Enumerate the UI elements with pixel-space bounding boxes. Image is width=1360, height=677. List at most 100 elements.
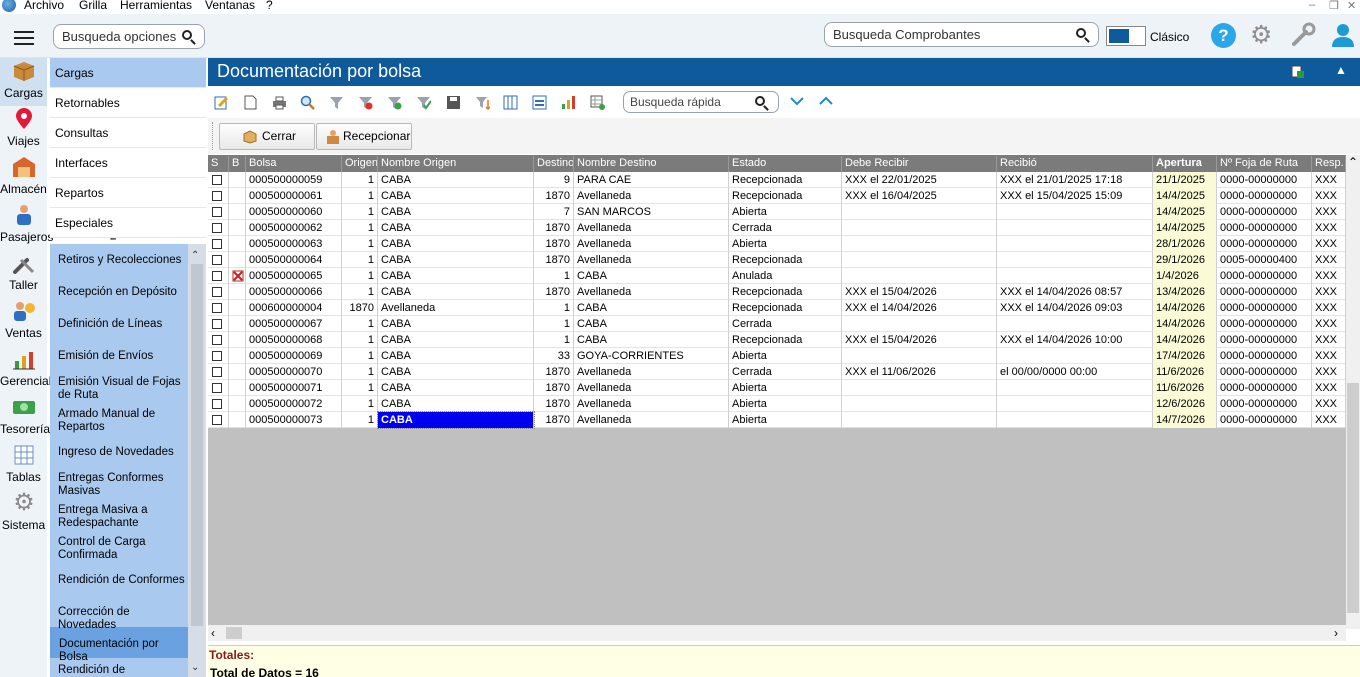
- destino-cell[interactable]: 1: [534, 316, 574, 332]
- menu-archivo[interactable]: Archivo: [24, 0, 64, 12]
- bolsa-cell[interactable]: 000500000068: [246, 332, 342, 348]
- col-s-header[interactable]: S: [208, 156, 229, 172]
- destino-cell[interactable]: 1870: [534, 284, 574, 300]
- resp-cell[interactable]: XXX: [1312, 364, 1346, 380]
- foja-ruta-cell[interactable]: 0000-00000000: [1217, 268, 1312, 284]
- submenu-item[interactable]: Recepción en Depósito: [58, 286, 186, 299]
- table-row[interactable]: 000500000067 1 CABA 1 CABA Cerrada 14/4/2026 00…: [208, 316, 1346, 332]
- close-window-icon[interactable]: ✕: [1347, 0, 1356, 12]
- wrench-icon[interactable]: [1290, 22, 1316, 48]
- row-checkbox[interactable]: [212, 271, 222, 281]
- nombre-origen-cell[interactable]: CABA: [378, 172, 534, 188]
- estado-cell[interactable]: Abierta: [729, 236, 842, 252]
- recibio-cell[interactable]: [997, 204, 1153, 220]
- recibio-cell[interactable]: XXX el 14/04/2026 08:57: [997, 284, 1153, 300]
- recibio-cell[interactable]: [997, 220, 1153, 236]
- origen-cell[interactable]: 1: [342, 204, 378, 220]
- table-row[interactable]: 000500000062 1 CABA 1870 Avellaneda Cerrada 14…: [208, 220, 1346, 236]
- next-down-icon[interactable]: [789, 94, 805, 108]
- submenu-item[interactable]: Emisión Visual de Fojas de Ruta: [58, 376, 186, 402]
- debe-recibir-cell[interactable]: [842, 220, 997, 236]
- estado-cell[interactable]: Cerrada: [729, 364, 842, 380]
- debe-recibir-cell[interactable]: XXX el 15/04/2026: [842, 284, 997, 300]
- nombre-origen-cell[interactable]: CABA: [378, 204, 534, 220]
- user-profile-icon[interactable]: [1331, 22, 1355, 48]
- origen-cell[interactable]: 1870: [342, 300, 378, 316]
- estado-cell[interactable]: Recepcionada: [729, 172, 842, 188]
- edit-icon[interactable]: [214, 95, 229, 110]
- col-b-header[interactable]: B: [229, 156, 246, 172]
- grid-vertical-scrollbar[interactable]: ⌃: [1346, 155, 1360, 629]
- resp-cell[interactable]: XXX: [1312, 188, 1346, 204]
- destino-cell[interactable]: 7: [534, 204, 574, 220]
- filter-icon[interactable]: [329, 95, 344, 110]
- destino-cell[interactable]: 1: [534, 332, 574, 348]
- destino-cell[interactable]: 1870: [534, 188, 574, 204]
- table-row[interactable]: 000500000063 1 CABA 1870 Avellaneda Abierta 28…: [208, 236, 1346, 252]
- origen-cell[interactable]: 1: [342, 188, 378, 204]
- origen-cell[interactable]: 1: [342, 412, 378, 428]
- submenu-item[interactable]: Entregas Conformes Masivas: [58, 472, 186, 498]
- table-row[interactable]: 000500000066 1 CABA 1870 Avellaneda Recepcion…: [208, 284, 1346, 300]
- nombre-origen-cell[interactable]: CABA: [378, 188, 534, 204]
- estado-cell[interactable]: Recepcionada: [729, 284, 842, 300]
- nombre-origen-cell[interactable]: CABA: [378, 252, 534, 268]
- subtab-repartos[interactable]: Repartos: [50, 178, 206, 208]
- resp-cell[interactable]: XXX: [1312, 204, 1346, 220]
- nombre-destino-cell[interactable]: Avellaneda: [574, 412, 729, 428]
- bolsa-cell[interactable]: 000500000065: [246, 268, 342, 284]
- row-checkbox[interactable]: [212, 303, 222, 313]
- nombre-origen-cell[interactable]: CABA: [378, 236, 534, 252]
- nombre-origen-cell[interactable]: CABA: [378, 332, 534, 348]
- foja-ruta-cell[interactable]: 0000-00000000: [1217, 316, 1312, 332]
- apertura-cell[interactable]: 14/4/2025: [1153, 204, 1217, 220]
- resp-cell[interactable]: XXX: [1312, 268, 1346, 284]
- resp-cell[interactable]: XXX: [1312, 236, 1346, 252]
- destino-cell[interactable]: 1870: [534, 220, 574, 236]
- apertura-cell[interactable]: 14/4/2025: [1153, 188, 1217, 204]
- mode-toggle[interactable]: [1106, 26, 1146, 46]
- destino-cell[interactable]: 1: [534, 268, 574, 284]
- search-options-input[interactable]: Busqueda opciones: [53, 24, 205, 49]
- bolsa-cell[interactable]: 000500000059: [246, 172, 342, 188]
- bolsa-cell[interactable]: 000500000071: [246, 380, 342, 396]
- submenu-item-selected[interactable]: Documentación por Bolsa: [59, 638, 187, 664]
- table-row[interactable]: 000500000070 1 CABA 1870 Avellaneda Cerrada XX…: [208, 364, 1346, 380]
- destino-cell[interactable]: 1870: [534, 396, 574, 412]
- foja-ruta-cell[interactable]: 0000-00000000: [1217, 300, 1312, 316]
- apertura-cell[interactable]: 14/7/2026: [1153, 412, 1217, 428]
- submenu-item[interactable]: Entrega Masiva a Redespachante: [58, 504, 186, 530]
- scroll-thumb[interactable]: [191, 264, 203, 626]
- destino-cell[interactable]: 1870: [534, 412, 574, 428]
- print-icon[interactable]: [272, 95, 287, 110]
- nombre-origen-cell[interactable]: CABA: [377, 411, 535, 429]
- search-vouchers-input[interactable]: Busqueda Comprobantes: [824, 22, 1099, 47]
- bolsa-cell[interactable]: 000500000066: [246, 284, 342, 300]
- nombre-origen-cell[interactable]: CABA: [378, 284, 534, 300]
- destino-cell[interactable]: 9: [534, 172, 574, 188]
- foja-ruta-cell[interactable]: 0000-00000000: [1217, 284, 1312, 300]
- debe-recibir-cell[interactable]: [842, 204, 997, 220]
- rail-item-pasajeros[interactable]: Pasajeros: [0, 202, 53, 250]
- rail-item-almacen[interactable]: Almacén: [0, 154, 47, 202]
- restore-icon[interactable]: ❐: [1329, 0, 1339, 12]
- table-row[interactable]: 000500000071 1 CABA 1870 Avellaneda Abierta 11…: [208, 380, 1346, 396]
- table-row[interactable]: 000500000059 1 CABA 9 PARA CAE Recepcionada XX…: [208, 172, 1346, 188]
- apertura-cell[interactable]: 29/1/2026: [1153, 252, 1217, 268]
- table-row[interactable]: 000500000065 1 CABA 1 CABA Anulada 1/4/2026 000…: [208, 268, 1346, 284]
- scroll-up-icon[interactable]: ⌃: [1348, 155, 1358, 169]
- submenu-scrollbar[interactable]: ⌃ ⌄: [188, 244, 206, 677]
- debe-recibir-cell[interactable]: [842, 396, 997, 412]
- estado-cell[interactable]: Recepcionada: [729, 332, 842, 348]
- estado-cell[interactable]: Anulada: [729, 268, 842, 284]
- apertura-cell[interactable]: 14/4/2026: [1153, 332, 1217, 348]
- save-icon[interactable]: [446, 95, 461, 110]
- nombre-destino-cell[interactable]: Avellaneda: [574, 236, 729, 252]
- bolsa-cell[interactable]: 000500000069: [246, 348, 342, 364]
- nombre-destino-cell[interactable]: Avellaneda: [574, 252, 729, 268]
- nombre-origen-cell[interactable]: CABA: [378, 380, 534, 396]
- subtab-retornables[interactable]: Retornables: [50, 88, 206, 118]
- resp-cell[interactable]: XXX: [1312, 380, 1346, 396]
- table-row[interactable]: 000500000060 1 CABA 7 SAN MARCOS Abierta 14/4/…: [208, 204, 1346, 220]
- foja-ruta-cell[interactable]: 0005-00000400: [1217, 252, 1312, 268]
